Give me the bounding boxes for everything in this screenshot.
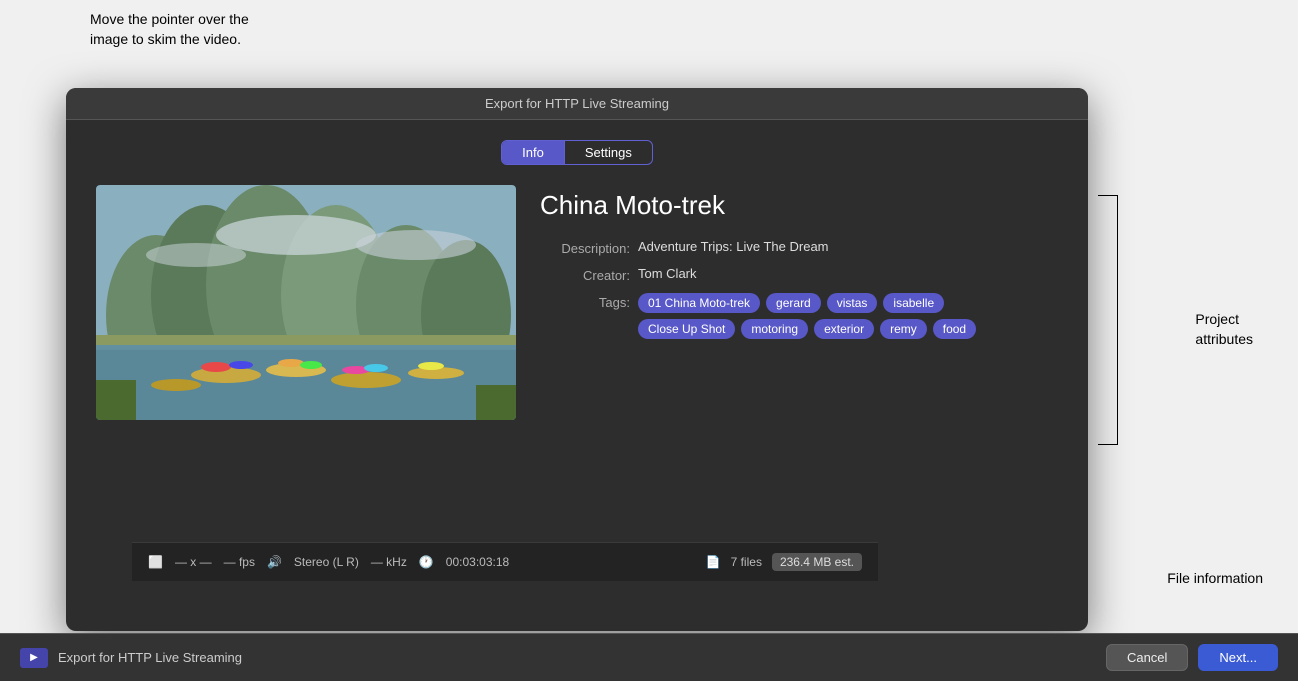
annotation-project-attributes: Projectattributes xyxy=(1195,310,1253,349)
tag-item[interactable]: food xyxy=(933,319,976,339)
dialog-title: Export for HTTP Live Streaming xyxy=(485,96,669,111)
resolution-icon: ⬜ xyxy=(148,555,163,569)
export-dialog: Export for HTTP Live Streaming Info Sett… xyxy=(66,88,1088,631)
status-bar: ⬜ — x — — fps 🔊 Stereo (L R) — kHz 🕐 00:… xyxy=(132,542,878,581)
khz-value: — kHz xyxy=(371,555,407,569)
dialog-titlebar: Export for HTTP Live Streaming xyxy=(66,88,1088,120)
tab-info[interactable]: Info xyxy=(502,141,564,164)
content-area: China Moto-trek Description: Adventure T… xyxy=(96,185,1058,420)
tag-item[interactable]: gerard xyxy=(766,293,821,313)
action-bar-right: Cancel Next... xyxy=(1106,644,1278,671)
video-preview[interactable] xyxy=(96,185,516,420)
duration-icon: 🕐 xyxy=(419,555,434,569)
description-value: Adventure Trips: Live The Dream xyxy=(638,239,829,254)
cancel-button[interactable]: Cancel xyxy=(1106,644,1188,671)
action-bar-export-label: Export for HTTP Live Streaming xyxy=(58,650,242,665)
description-row: Description: Adventure Trips: Live The D… xyxy=(540,239,1058,256)
bracket-project-attributes xyxy=(1098,195,1118,445)
tag-item[interactable]: 01 China Moto-trek xyxy=(638,293,760,313)
next-button[interactable]: Next... xyxy=(1198,644,1278,671)
tag-item[interactable]: exterior xyxy=(814,319,874,339)
tag-item[interactable]: isabelle xyxy=(883,293,944,313)
tag-item[interactable]: remy xyxy=(880,319,927,339)
status-left: ⬜ — x — — fps 🔊 Stereo (L R) — kHz 🕐 00:… xyxy=(148,555,509,569)
tab-segment: Info Settings xyxy=(501,140,653,165)
tag-item[interactable]: vistas xyxy=(827,293,878,313)
status-right: 📄 7 files 236.4 MB est. xyxy=(706,553,862,571)
creator-value: Tom Clark xyxy=(638,266,697,281)
audio-icon: 🔊 xyxy=(267,555,282,569)
description-label: Description: xyxy=(540,239,630,256)
tag-item[interactable]: motoring xyxy=(741,319,808,339)
tags-container: 01 China Moto-trek gerard vistasisabelle Cl… xyxy=(638,293,1018,339)
action-bar-left: ▶ Export for HTTP Live Streaming xyxy=(20,648,242,668)
file-size-badge: 236.4 MB est. xyxy=(772,553,862,571)
resolution-value: — x — xyxy=(175,555,212,569)
creator-label: Creator: xyxy=(540,266,630,283)
files-count: 7 files xyxy=(731,555,762,569)
action-bar: ▶ Export for HTTP Live Streaming Cancel … xyxy=(0,633,1298,681)
fps-value: — fps xyxy=(224,555,255,569)
audio-value: Stereo (L R) xyxy=(294,555,359,569)
duration-value: 00:03:03:18 xyxy=(446,555,509,569)
project-title: China Moto-trek xyxy=(540,190,1058,221)
tags-row: Tags: 01 China Moto-trek gerard vistasisab… xyxy=(540,293,1058,339)
creator-row: Creator: Tom Clark xyxy=(540,266,1058,283)
info-panel: China Moto-trek Description: Adventure T… xyxy=(540,185,1058,420)
tab-settings[interactable]: Settings xyxy=(565,141,652,164)
files-icon: 📄 xyxy=(706,555,721,569)
export-streaming-icon: ▶ xyxy=(20,648,48,668)
tab-bar: Info Settings xyxy=(96,140,1058,165)
annotation-pointer-text: Move the pointer over theimage to skim t… xyxy=(90,10,249,49)
annotation-file-information: File information xyxy=(1167,570,1263,586)
tag-item[interactable]: Close Up Shot xyxy=(638,319,735,339)
tags-label: Tags: xyxy=(540,293,630,310)
